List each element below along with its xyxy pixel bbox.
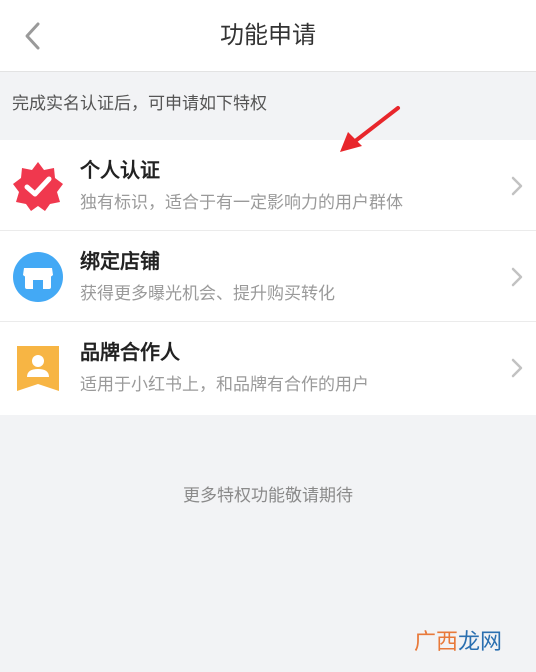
privilege-hint: 完成实名认证后，可申请如下特权 — [12, 94, 267, 114]
list-item-personal-verification[interactable]: 个人认证 独有标识，适合于有一定影响力的用户群体 — [0, 140, 536, 231]
page-title: 功能申请 — [220, 21, 316, 49]
watermark: 广西龙网 — [414, 628, 502, 658]
watermark-part2: 龙网 — [457, 630, 502, 655]
item-subtitle: 独有标识，适合于有一定影响力的用户群体 — [80, 193, 403, 213]
verified-badge-icon — [13, 162, 63, 211]
chevron-right-icon — [511, 176, 523, 196]
navbar: 功能申请 — [0, 0, 536, 72]
watermark-part1: 广西 — [413, 630, 458, 655]
red-arrow-annotation — [340, 106, 400, 152]
item-title: 个人认证 — [80, 158, 160, 182]
item-title: 品牌合作人 — [80, 340, 180, 364]
item-title: 绑定店铺 — [80, 249, 160, 273]
store-icon — [13, 252, 63, 302]
chevron-right-icon — [511, 358, 523, 378]
chevron-right-icon — [511, 267, 523, 287]
person-card-icon — [17, 346, 59, 391]
list-item-brand-partner[interactable]: 品牌合作人 适用于小红书上，和品牌有合作的用户 — [0, 322, 536, 415]
more-privileges-note: 更多特权功能敬请期待 — [183, 486, 353, 506]
item-subtitle: 适用于小红书上，和品牌有合作的用户 — [80, 375, 369, 395]
item-subtitle: 获得更多曝光机会、提升购买转化 — [80, 284, 335, 304]
list-item-bind-store[interactable]: 绑定店铺 获得更多曝光机会、提升购买转化 — [0, 231, 536, 322]
privilege-list: 个人认证 独有标识，适合于有一定影响力的用户群体 绑定店铺 获得更多曝光机会、提… — [0, 140, 536, 415]
